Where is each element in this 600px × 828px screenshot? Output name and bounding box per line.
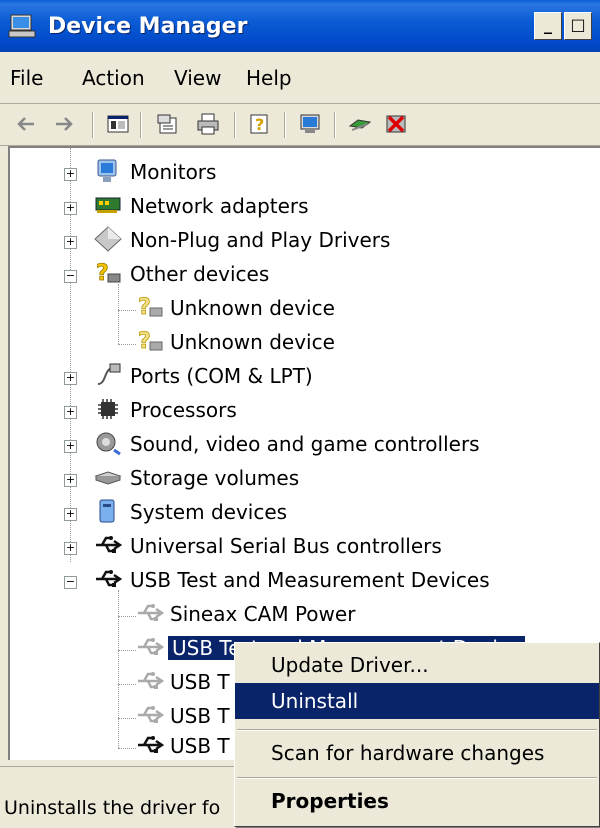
tree-item-label: System devices [130, 500, 288, 524]
toolbar-separator [140, 112, 142, 138]
tree-item-unknown-device[interactable]: ? Unknown device [10, 326, 590, 360]
update-driver-icon[interactable] [348, 112, 372, 136]
menu-help[interactable]: Help [246, 66, 292, 90]
uninstall-icon[interactable] [384, 112, 408, 136]
tree-item-ports[interactable]: + Ports (COM & LPT) [10, 360, 590, 394]
menu-bar: File Action View Help [0, 52, 600, 104]
tree-item-network-adapters[interactable]: + Network adapters [10, 190, 590, 224]
forward-arrow-icon[interactable] [52, 112, 76, 136]
usb-icon [96, 536, 122, 553]
tree-item-label: USB T [170, 704, 230, 728]
tree-item-label: Unknown device [170, 330, 335, 354]
usb-icon [138, 706, 164, 723]
tree-item-label: Non-Plug and Play Drivers [130, 228, 391, 252]
toolbar-separator [92, 112, 94, 138]
tree-item-sound-video-game[interactable]: + Sound, video and game controllers [10, 428, 590, 462]
expand-button[interactable]: + [64, 440, 77, 453]
tree-item-label: USB T [170, 734, 230, 758]
tree-item-non-pnp-drivers[interactable]: + Non-Plug and Play Drivers [10, 224, 590, 258]
menu-item-update-driver[interactable]: Update Driver... [235, 647, 599, 683]
unknown-device-icon: ? [96, 261, 121, 286]
title-bar[interactable]: Device Manager _ □ [0, 0, 600, 52]
usb-icon [138, 638, 164, 655]
tree-item-system-devices[interactable]: + System devices [10, 496, 590, 530]
help-icon[interactable]: ? [248, 112, 272, 136]
expand-button[interactable]: + [64, 372, 77, 385]
svg-text:?: ? [96, 261, 109, 286]
tree-item-storage-volumes[interactable]: + Storage volumes [10, 462, 590, 496]
toolbar: ? [0, 104, 600, 146]
non-pnp-driver-icon [94, 226, 122, 252]
show-hide-console-tree-icon[interactable] [106, 112, 130, 136]
window-title: Device Manager [48, 14, 248, 39]
system-device-icon [99, 499, 115, 523]
svg-text:?: ? [138, 295, 151, 320]
tree-item-label: Other devices [130, 262, 270, 286]
print-icon[interactable] [196, 112, 220, 136]
toolbar-separator [334, 112, 336, 138]
collapse-button[interactable]: − [64, 270, 77, 283]
unknown-device-icon: ? [138, 295, 163, 320]
tree-item-label: Ports (COM & LPT) [130, 364, 313, 388]
port-icon [97, 363, 121, 385]
tree-item-monitors[interactable]: + Monitors [10, 156, 590, 190]
device-manager-icon [8, 14, 36, 38]
menu-item-properties[interactable]: Properties [235, 783, 599, 819]
tree-item-usb-tmc-devices[interactable]: − USB Test and Measurement Devices [10, 564, 590, 598]
menu-action[interactable]: Action [82, 66, 145, 90]
network-adapter-icon [95, 197, 121, 213]
expand-button[interactable]: + [64, 508, 77, 521]
svg-text:?: ? [255, 115, 264, 134]
expand-button[interactable]: + [64, 202, 77, 215]
menu-item-uninstall[interactable]: Uninstall [235, 683, 599, 719]
status-text: Uninstalls the driver fo [4, 797, 221, 819]
svg-text:?: ? [138, 329, 151, 354]
usb-icon [138, 604, 164, 621]
menu-view[interactable]: View [174, 66, 221, 90]
maximize-button[interactable]: □ [564, 12, 592, 40]
tree-item-label: Sineax CAM Power [170, 602, 356, 626]
sound-icon [96, 432, 121, 456]
monitor-icon [97, 159, 117, 182]
properties-icon[interactable] [156, 112, 180, 136]
tree-item-label: Network adapters [130, 194, 309, 218]
tree-item-label: USB T [170, 670, 230, 694]
tree-item-other-devices[interactable]: − ? Other devices [10, 258, 590, 292]
menu-file[interactable]: File [10, 66, 43, 90]
usb-icon [138, 672, 164, 689]
unknown-device-icon: ? [138, 329, 163, 354]
expand-button[interactable]: + [64, 474, 77, 487]
tree-item-label: Storage volumes [130, 466, 300, 490]
tree-item-label: Universal Serial Bus controllers [130, 534, 442, 558]
expand-button[interactable]: + [64, 406, 77, 419]
tree-item-label: Monitors [130, 160, 217, 184]
menu-item-scan-hardware[interactable]: Scan for hardware changes [235, 735, 599, 771]
expand-button[interactable]: + [64, 542, 77, 555]
tree-item-processors[interactable]: + Processors [10, 394, 590, 428]
toolbar-separator [284, 112, 286, 138]
tree-item-usb-controllers[interactable]: + Universal Serial Bus controllers [10, 530, 590, 564]
storage-icon [94, 471, 122, 485]
expand-button[interactable]: + [64, 236, 77, 249]
processor-icon [98, 399, 118, 419]
tree-item-unknown-device[interactable]: ? Unknown device [10, 292, 590, 326]
menu-separator [237, 777, 597, 779]
toolbar-separator [234, 112, 236, 138]
back-arrow-icon[interactable] [14, 112, 38, 136]
menu-separator [237, 729, 597, 731]
collapse-button[interactable]: − [64, 576, 77, 589]
tree-item-label: USB Test and Measurement Devices [130, 568, 490, 592]
usb-icon [138, 736, 164, 753]
context-menu: Update Driver... Uninstall Scan for hard… [234, 642, 600, 827]
tree-item-label: Unknown device [170, 296, 335, 320]
usb-icon [96, 570, 122, 587]
tree-item-sineax-cam-power[interactable]: Sineax CAM Power [10, 598, 590, 632]
tree-item-label: Processors [130, 398, 237, 422]
minimize-button[interactable]: _ [534, 12, 562, 40]
scan-hardware-icon[interactable] [298, 112, 322, 136]
expand-button[interactable]: + [64, 168, 77, 181]
tree-item-label: Sound, video and game controllers [130, 432, 480, 456]
